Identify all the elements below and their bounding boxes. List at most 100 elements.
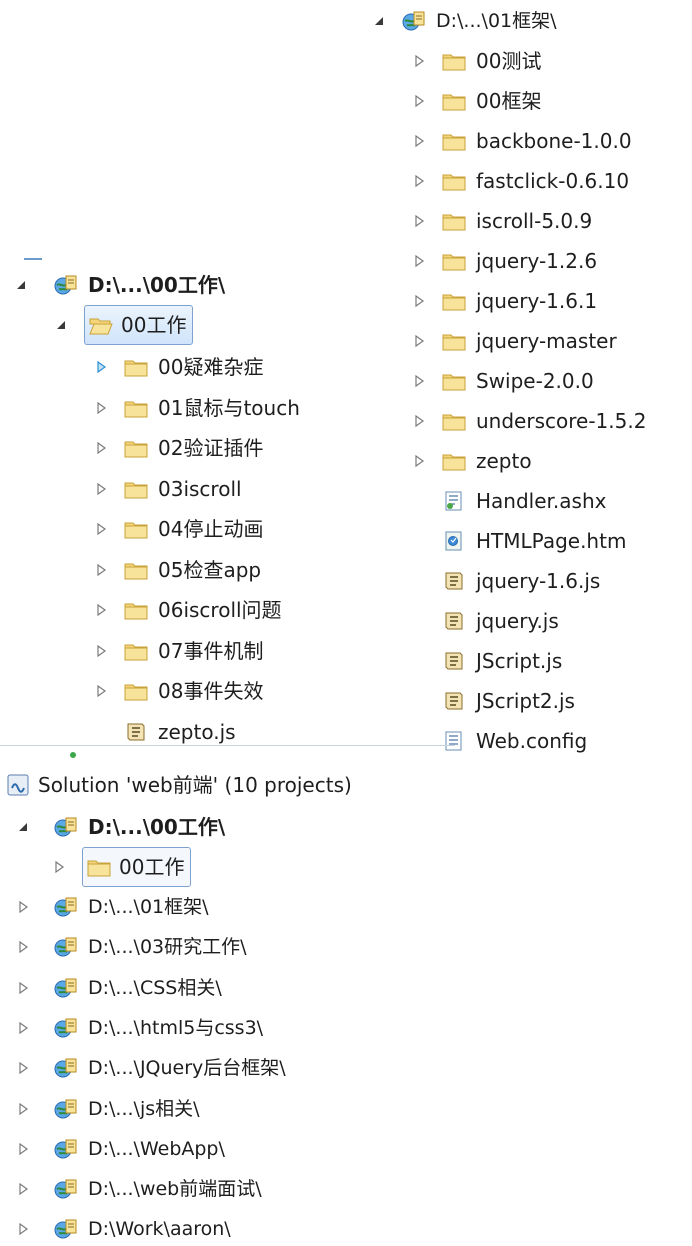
collapsed-arrow-icon[interactable] <box>14 898 32 916</box>
collapsed-arrow-icon[interactable] <box>410 452 428 470</box>
divider-fragment <box>24 258 42 260</box>
tree-row-folder-00-collapsed[interactable]: 00工作 <box>50 847 192 887</box>
collapsed-arrow-icon[interactable] <box>14 1100 32 1118</box>
collapsed-arrow-icon[interactable] <box>50 858 68 876</box>
tree-row-folder[interactable]: 03iscroll <box>92 472 242 506</box>
project-icon <box>54 935 78 959</box>
folder-icon <box>124 436 148 460</box>
folder-icon <box>442 249 466 273</box>
collapsed-arrow-icon[interactable] <box>410 372 428 390</box>
tree-row-folder[interactable]: 06iscroll问题 <box>92 593 282 627</box>
collapsed-arrow-icon[interactable] <box>410 212 428 230</box>
tree-row-folder[interactable]: 05检查app <box>92 553 261 587</box>
collapsed-arrow-icon[interactable] <box>92 520 110 538</box>
tree-row-project-01[interactable]: D:\...\01框架\ <box>370 4 557 38</box>
tree-row-project[interactable]: D:\...\03研究工作\ <box>14 930 247 964</box>
collapsed-arrow-icon[interactable] <box>92 358 110 376</box>
tree-row-folder[interactable]: 07事件机制 <box>92 634 263 668</box>
folder-icon <box>124 396 148 420</box>
folder-icon <box>442 369 466 393</box>
collapsed-arrow-icon[interactable] <box>14 1180 32 1198</box>
tree-row-project[interactable]: D:\...\JQuery后台框架\ <box>14 1051 286 1085</box>
tree-row-folder[interactable]: 00疑难杂症 <box>92 350 263 384</box>
tree-row-folder[interactable]: jquery-1.6.1 <box>410 284 597 318</box>
selected-item[interactable]: 00工作 <box>84 305 194 345</box>
tree-row-folder[interactable]: zepto <box>410 444 532 478</box>
tree-row-folder[interactable]: jquery-master <box>410 324 617 358</box>
tree-row-project[interactable]: D:\...\01框架\ <box>14 890 209 924</box>
project-label: D:\...\03研究工作\ <box>88 936 247 959</box>
tree-row-file[interactable]: JScript2.js <box>410 684 575 718</box>
tree-row-project[interactable]: D:\Work\aaron\ <box>14 1212 231 1246</box>
tree-row-folder[interactable]: Swipe-2.0.0 <box>410 364 594 398</box>
project-label: D:\...\web前端面试\ <box>88 1178 262 1201</box>
expanded-arrow-icon[interactable] <box>370 12 388 30</box>
tree-row-project-00-expanded[interactable]: D:\...\00工作\ <box>12 268 225 302</box>
tree-row-file[interactable]: Handler.ashx <box>410 484 606 518</box>
collapsed-arrow-icon[interactable] <box>92 601 110 619</box>
tree-row-project[interactable]: D:\...\js相关\ <box>14 1092 200 1126</box>
collapsed-arrow-icon[interactable] <box>92 439 110 457</box>
tree-row-project[interactable]: D:\...\WebApp\ <box>14 1132 225 1166</box>
folder-icon <box>442 49 466 73</box>
collapsed-arrow-icon[interactable] <box>14 938 32 956</box>
collapsed-arrow-icon[interactable] <box>14 1140 32 1158</box>
tree-row-project-00[interactable]: D:\...\00工作\ <box>14 810 225 844</box>
tree-row-folder-00[interactable]: 00工作 <box>52 305 194 345</box>
expanded-arrow-icon[interactable] <box>12 276 30 294</box>
collapsed-arrow-icon[interactable] <box>92 642 110 660</box>
tree-row-file[interactable]: jquery.js <box>410 604 559 638</box>
expander-placeholder <box>410 612 428 630</box>
selected-item[interactable]: 00工作 <box>82 847 192 887</box>
collapsed-arrow-icon[interactable] <box>410 412 428 430</box>
tree-row-folder[interactable]: fastclick-0.6.10 <box>410 164 629 198</box>
tree-row-folder[interactable]: 00框架 <box>410 84 541 118</box>
tree-row-project[interactable]: D:\...\CSS相关\ <box>14 971 222 1005</box>
tree-row-file[interactable]: HTMLPage.htm <box>410 524 626 558</box>
project-label: D:\...\WebApp\ <box>88 1137 225 1160</box>
project-icon <box>54 1177 78 1201</box>
tree-row-folder[interactable]: 04停止动画 <box>92 512 263 546</box>
collapsed-arrow-icon[interactable] <box>92 561 110 579</box>
collapsed-arrow-icon[interactable] <box>14 1220 32 1238</box>
tree-row-project[interactable]: D:\...\web前端面试\ <box>14 1172 262 1206</box>
folder-icon <box>442 89 466 113</box>
folder-icon <box>442 449 466 473</box>
tree-row-file[interactable]: JScript.js <box>410 644 562 678</box>
collapsed-arrow-icon[interactable] <box>14 979 32 997</box>
collapsed-arrow-icon[interactable] <box>410 172 428 190</box>
collapsed-arrow-icon[interactable] <box>410 52 428 70</box>
collapsed-arrow-icon[interactable] <box>410 252 428 270</box>
tree-row-project[interactable]: D:\...\html5与css3\ <box>14 1011 263 1045</box>
collapsed-arrow-icon[interactable] <box>92 682 110 700</box>
project-label: D:\...\html5与css3\ <box>88 1016 264 1039</box>
tree-row-folder[interactable]: underscore-1.5.2 <box>410 404 646 438</box>
project-icon <box>54 1016 78 1040</box>
collapsed-arrow-icon[interactable] <box>410 132 428 150</box>
tree-row-file[interactable]: Web.config <box>410 724 587 758</box>
tree-row-folder[interactable]: jquery-1.2.6 <box>410 244 597 278</box>
collapsed-arrow-icon[interactable] <box>410 292 428 310</box>
collapsed-arrow-icon[interactable] <box>410 92 428 110</box>
tree-row-file[interactable]: jquery-1.6.js <box>410 564 600 598</box>
collapsed-arrow-icon[interactable] <box>92 480 110 498</box>
folder-label: 06iscroll问题 <box>158 598 282 622</box>
tree-row-folder[interactable]: 00测试 <box>410 44 541 78</box>
collapsed-arrow-icon[interactable] <box>14 1059 32 1077</box>
expanded-arrow-icon[interactable] <box>14 818 32 836</box>
expanded-arrow-icon[interactable] <box>52 316 70 334</box>
collapsed-arrow-icon[interactable] <box>410 332 428 350</box>
solution-row[interactable]: Solution 'web前端' (10 projects) <box>6 768 352 802</box>
collapsed-arrow-icon[interactable] <box>14 1019 32 1037</box>
tree-row-folder[interactable]: iscroll-5.0.9 <box>410 204 592 238</box>
tree-row-folder[interactable]: 08事件失效 <box>92 674 263 708</box>
project-icon <box>54 1217 78 1241</box>
collapsed-arrow-icon[interactable] <box>92 399 110 417</box>
folder-icon <box>442 169 466 193</box>
tree-row-folder[interactable]: 02验证插件 <box>92 431 263 465</box>
tree-row-file[interactable]: zepto.js <box>92 715 236 749</box>
expander-placeholder <box>410 652 428 670</box>
folder-label: 00工作 <box>121 313 187 337</box>
tree-row-folder[interactable]: backbone-1.0.0 <box>410 124 632 158</box>
tree-row-folder[interactable]: 01鼠标与touch <box>92 391 300 425</box>
